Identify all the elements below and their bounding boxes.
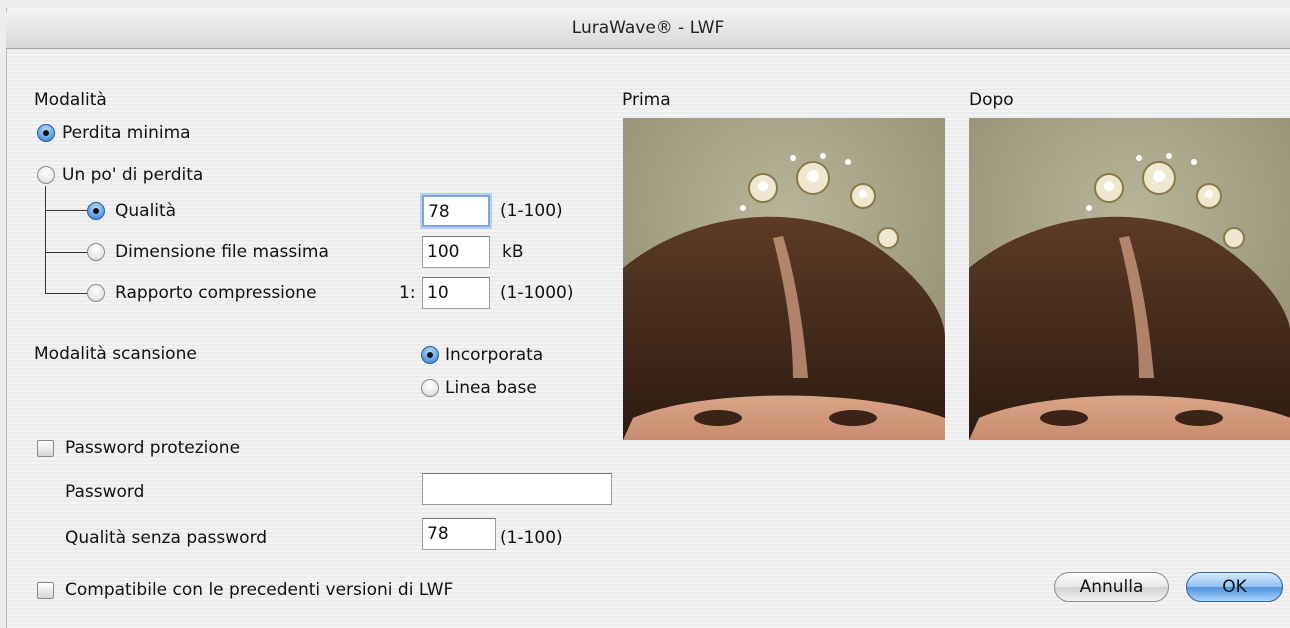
radio-compression-ratio[interactable]	[87, 284, 105, 302]
cancel-button[interactable]: Annulla	[1054, 572, 1169, 602]
max-file-size-unit: kB	[502, 242, 524, 262]
password-protection-checkbox[interactable]	[37, 440, 54, 457]
radio-quality-label[interactable]: Qualità	[115, 200, 176, 222]
radio-minimal-loss[interactable]	[37, 124, 55, 142]
password-protection-label[interactable]: Password protezione	[65, 437, 240, 459]
quality-input[interactable]: 78	[422, 195, 490, 227]
preview-after-image	[969, 118, 1290, 440]
radio-max-file-size[interactable]	[87, 243, 105, 261]
tree-branch-maxsize	[45, 252, 87, 253]
ok-button[interactable]: OK	[1186, 572, 1283, 602]
tree-branch-quality	[45, 210, 87, 211]
window-title: LuraWave® - LWF	[571, 18, 725, 38]
tree-vertical-line	[45, 186, 46, 294]
quality-without-password-range: (1-100)	[500, 528, 563, 548]
password-input[interactable]	[422, 473, 612, 505]
radio-minimal-loss-label[interactable]: Perdita minima	[62, 122, 191, 144]
title-bar: LuraWave® - LWF	[6, 8, 1290, 49]
compression-ratio-input[interactable]: 10	[422, 277, 490, 309]
compat-checkbox[interactable]	[37, 582, 54, 599]
quality-without-password-label: Qualità senza password	[65, 528, 268, 548]
radio-some-loss[interactable]	[37, 166, 55, 184]
tree-branch-ratio	[45, 293, 87, 294]
radio-max-file-size-label[interactable]: Dimensione file massima	[115, 241, 329, 263]
preview-before-label: Prima	[622, 90, 671, 110]
mode-heading: Modalità	[34, 90, 107, 110]
ratio-range: (1-1000)	[500, 283, 574, 303]
radio-some-loss-label[interactable]: Un po' di perdita	[62, 164, 203, 186]
quality-without-password-input[interactable]: 78	[422, 518, 496, 550]
quality-range: (1-100)	[500, 201, 563, 221]
preview-after-label: Dopo	[969, 90, 1014, 110]
scan-mode-heading: Modalità scansione	[34, 344, 197, 364]
ratio-prefix: 1:	[399, 283, 416, 303]
preview-before-image	[623, 118, 945, 440]
compat-label[interactable]: Compatibile con le precedenti versioni d…	[65, 579, 453, 601]
radio-compression-ratio-label[interactable]: Rapporto compressione	[115, 282, 317, 304]
password-label: Password	[65, 482, 145, 502]
max-file-size-input[interactable]: 100	[422, 236, 490, 268]
radio-scan-baseline[interactable]	[421, 379, 439, 397]
radio-scan-embedded-label[interactable]: Incorporata	[445, 344, 543, 366]
radio-scan-embedded[interactable]	[421, 346, 439, 364]
radio-quality[interactable]	[87, 202, 105, 220]
radio-scan-baseline-label[interactable]: Linea base	[445, 377, 537, 399]
